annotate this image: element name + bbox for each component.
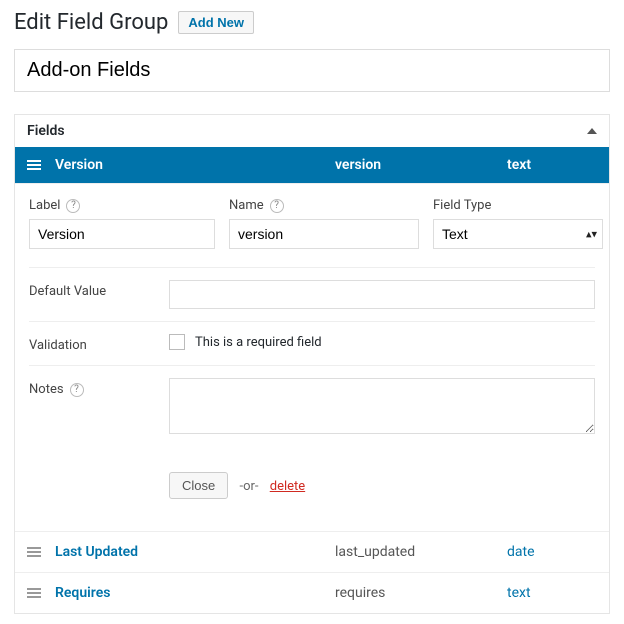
field-row[interactable]: Last Updated last_updated date xyxy=(15,531,609,572)
close-button[interactable]: Close xyxy=(169,472,228,499)
notes-label: Notes xyxy=(29,382,64,397)
field-edit-body: Label ? Name ? Field Type Text xyxy=(15,183,609,531)
field-row-label[interactable]: Requires xyxy=(55,585,110,601)
field-type-label: Field Type xyxy=(433,198,491,213)
name-input[interactable] xyxy=(229,219,419,249)
field-header-name: version xyxy=(335,157,507,173)
validation-label: Validation xyxy=(29,338,87,353)
drag-handle-icon[interactable] xyxy=(27,586,41,600)
page-title: Edit Field Group xyxy=(14,10,168,35)
default-value-input[interactable] xyxy=(169,280,595,309)
field-type-select[interactable]: Text xyxy=(433,219,603,249)
field-row-type[interactable]: date xyxy=(507,544,535,560)
add-new-button[interactable]: Add New xyxy=(178,11,254,34)
label-input[interactable] xyxy=(29,219,215,249)
fields-panel: Fields Version version text Label ? Name… xyxy=(14,114,610,614)
required-checkbox[interactable] xyxy=(169,334,185,350)
field-header-row[interactable]: Version version text xyxy=(15,147,609,183)
delete-link[interactable]: delete xyxy=(270,479,305,494)
help-icon[interactable]: ? xyxy=(66,199,80,213)
fields-panel-title: Fields xyxy=(27,123,65,139)
label-label: Label xyxy=(29,198,60,213)
collapse-icon xyxy=(587,128,597,134)
or-text: -or- xyxy=(239,479,258,494)
drag-handle-icon[interactable] xyxy=(27,545,41,559)
field-row[interactable]: Requires requires text xyxy=(15,572,609,613)
field-row-name: last_updated xyxy=(335,544,507,560)
fields-panel-header[interactable]: Fields xyxy=(15,115,609,147)
required-text: This is a required field xyxy=(195,335,322,350)
field-row-type[interactable]: text xyxy=(507,585,531,601)
notes-textarea[interactable] xyxy=(169,378,595,434)
field-row-name: requires xyxy=(335,585,507,601)
help-icon[interactable]: ? xyxy=(70,383,84,397)
name-label: Name xyxy=(229,198,264,213)
field-header-label: Version xyxy=(55,157,335,173)
default-value-label: Default Value xyxy=(29,284,106,299)
group-title-input[interactable] xyxy=(14,49,610,92)
field-header-type: text xyxy=(507,157,597,173)
field-row-label[interactable]: Last Updated xyxy=(55,544,138,560)
help-icon[interactable]: ? xyxy=(270,199,284,213)
drag-handle-icon[interactable] xyxy=(27,158,41,172)
